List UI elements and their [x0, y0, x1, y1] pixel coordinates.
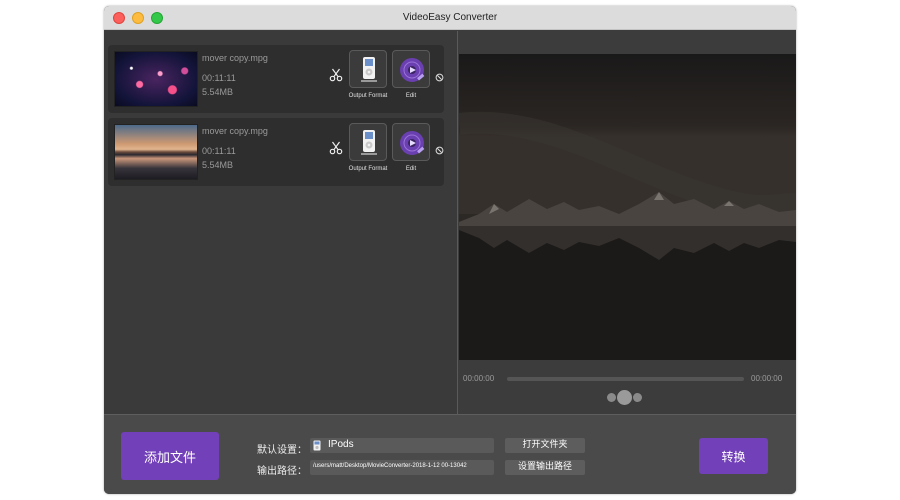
output-format-button[interactable]	[349, 123, 387, 161]
file-size: 5.54MB	[202, 87, 234, 97]
ipod-icon	[361, 57, 377, 82]
edit-button[interactable]	[392, 123, 430, 161]
edit-label: Edit	[405, 166, 417, 172]
next-button[interactable]	[633, 393, 642, 402]
previous-button[interactable]	[607, 393, 616, 402]
preview-image	[459, 54, 796, 360]
file-name: mover copy.mpg	[202, 53, 268, 63]
video-thumbnail	[114, 124, 198, 180]
scissors-icon[interactable]	[329, 141, 343, 155]
current-time: 00:00:00	[463, 374, 495, 383]
file-name: mover copy.mpg	[202, 126, 268, 136]
pane-divider[interactable]	[457, 31, 458, 414]
remove-icon[interactable]	[435, 146, 444, 155]
ipod-icon	[361, 130, 377, 155]
open-folder-button[interactable]: 打开文件夹	[505, 438, 585, 453]
default-setting-label: 默认设置：	[257, 445, 307, 456]
play-button[interactable]	[617, 390, 632, 405]
output-format-button[interactable]	[349, 50, 387, 88]
file-duration: 00:11:11	[202, 73, 236, 83]
bottom-toolbar: 添加文件 默认设置： IPods 输出路径： /users/matt/Deskt…	[104, 414, 796, 494]
file-size: 5.54MB	[202, 160, 234, 170]
add-file-button[interactable]: 添加文件	[121, 432, 219, 480]
file-duration: 00:11:11	[202, 146, 236, 156]
total-time: 00:00:00	[751, 374, 783, 383]
file-list: mover copy.mpg 00:11:11 5.54MB Output Fo…	[104, 31, 457, 414]
ipod-icon	[313, 440, 321, 451]
file-item[interactable]: mover copy.mpg 00:11:11 5.54MB Output Fo…	[108, 118, 444, 186]
convert-button[interactable]: 转换	[699, 438, 768, 474]
set-output-path-button[interactable]: 设置输出路径	[505, 460, 585, 475]
output-path-field[interactable]: /users/matt/Desktop/MovieConverter-2018-…	[310, 460, 494, 475]
title-bar: VideoEasy Converter	[104, 6, 796, 30]
scissors-icon[interactable]	[329, 68, 343, 82]
output-path-label: 输出路径：	[257, 466, 307, 477]
app-window: VideoEasy Converter mover copy.mpg 00:11…	[104, 6, 796, 494]
file-item[interactable]: mover copy.mpg 00:11:11 5.54MB Output Fo…	[108, 45, 444, 113]
output-path-value: /users/matt/Desktop/MovieConverter-2018-…	[313, 463, 467, 469]
edit-button[interactable]	[392, 50, 430, 88]
video-preview[interactable]	[459, 54, 796, 360]
edit-disc-icon	[400, 58, 425, 82]
seek-bar[interactable]	[507, 377, 744, 381]
window-title: VideoEasy Converter	[402, 12, 498, 23]
edit-label: Edit	[405, 93, 417, 99]
remove-icon[interactable]	[435, 73, 444, 82]
output-format-label: Output Format	[348, 166, 388, 172]
video-thumbnail	[114, 51, 198, 107]
output-format-label: Output Format	[348, 93, 388, 99]
default-format-select[interactable]: IPods	[310, 438, 494, 453]
edit-disc-icon	[400, 131, 425, 155]
default-format-value: IPods	[328, 439, 354, 450]
